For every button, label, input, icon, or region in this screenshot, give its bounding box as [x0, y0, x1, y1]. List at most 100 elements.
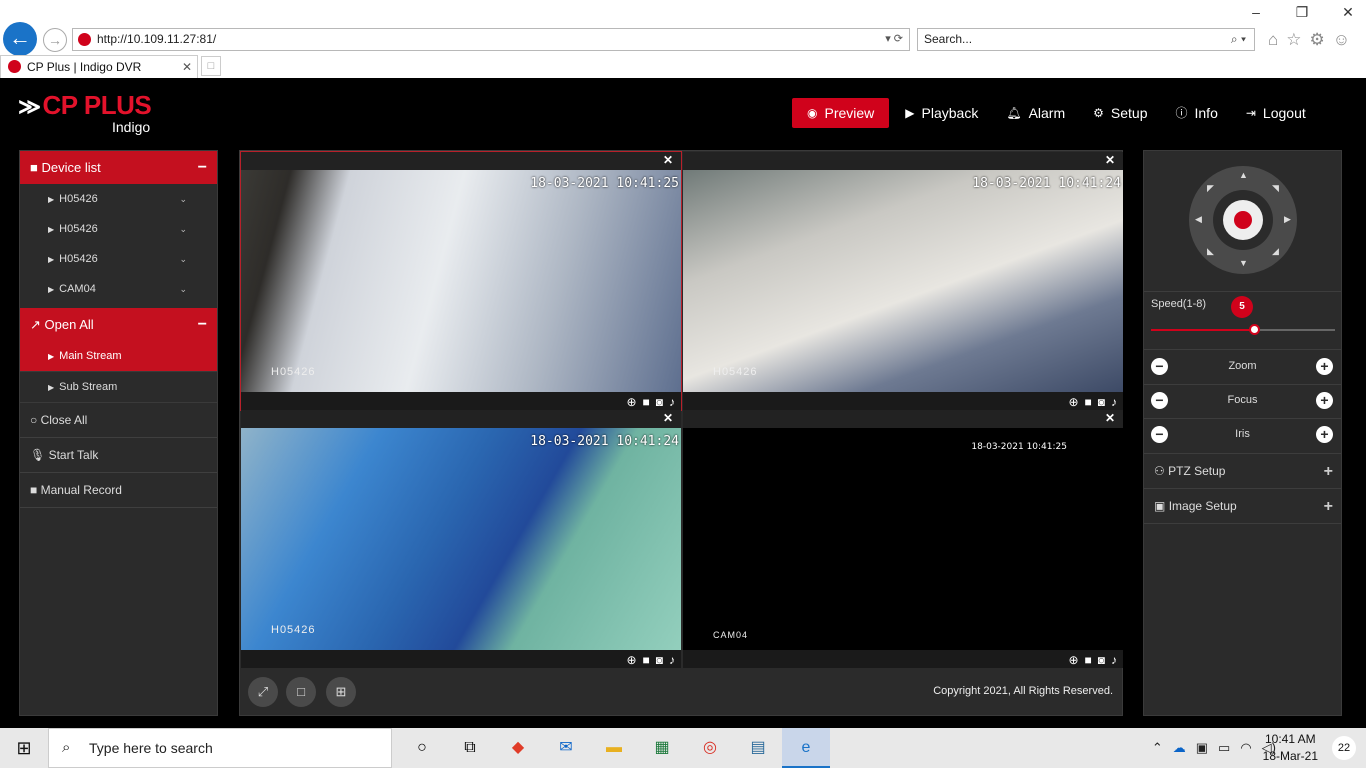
speed-slider-thumb[interactable] — [1249, 324, 1260, 335]
remote-app-icon[interactable]: ◆ — [494, 728, 542, 768]
nav-alarm[interactable]: 🔔︎ Alarm — [994, 98, 1077, 128]
speed-slider[interactable] — [1151, 324, 1335, 335]
close-tile-icon[interactable]: ✕ — [1105, 153, 1115, 167]
zoom-in-icon[interactable]: ⊕ — [626, 395, 636, 409]
main-stream-option[interactable]: ▶ Main Stream — [20, 341, 217, 372]
audio-speaker-icon[interactable]: ♪ — [1111, 395, 1117, 409]
arrow-down-right-icon[interactable]: ◢ — [1272, 246, 1279, 257]
device-item[interactable]: ▶ H05426 ⌄ — [20, 214, 217, 244]
iris-plus-button[interactable]: + — [1316, 426, 1333, 443]
refresh-icon[interactable]: ▾ ⟳ — [885, 29, 903, 50]
audio-speaker-icon[interactable]: ♪ — [669, 653, 675, 667]
chevron-down-icon[interactable]: ⌄ — [179, 184, 187, 214]
record-video-icon[interactable]: ■ — [1085, 395, 1092, 409]
snapshot-camera-icon[interactable]: ◙ — [1098, 395, 1105, 409]
record-video-icon[interactable]: ■ — [1085, 653, 1092, 667]
close-all-button[interactable]: ○ Close All — [20, 403, 217, 438]
close-tile-icon[interactable]: ✕ — [663, 153, 673, 167]
ptz-direction-pad[interactable]: ▲ ▼ ◀ ▶ ◤ ◥ ◣ ◢ — [1189, 166, 1297, 274]
sub-stream-option[interactable]: ▶ Sub Stream — [20, 372, 217, 403]
snapshot-camera-icon[interactable]: ◙ — [656, 653, 663, 667]
window-app-icon[interactable]: ▤ — [734, 728, 782, 768]
nav-setup[interactable]: ⚙ Setup — [1081, 98, 1159, 128]
internet-explorer-icon[interactable]: e — [782, 728, 830, 768]
snapshot-camera-icon[interactable]: ◙ — [1098, 653, 1105, 667]
focus-plus-button[interactable]: + — [1316, 392, 1333, 409]
chevron-down-icon[interactable]: ⌄ — [179, 274, 187, 304]
expand-plus-icon[interactable]: + — [1324, 454, 1333, 489]
audio-speaker-icon[interactable]: ♪ — [1111, 653, 1117, 667]
manual-record-button[interactable]: ■ Manual Record — [20, 473, 217, 508]
audio-speaker-icon[interactable]: ♪ — [669, 395, 675, 409]
onedrive-icon[interactable]: ☁ — [1173, 728, 1186, 768]
home-icon[interactable]: ⌂ — [1268, 30, 1278, 50]
zoom-in-button[interactable]: + — [1316, 358, 1333, 375]
taskbar-search-input[interactable]: ⌕ Type here to search — [48, 728, 392, 768]
close-tile-icon[interactable]: ✕ — [663, 411, 673, 425]
snapshot-camera-icon[interactable]: ◙ — [656, 395, 663, 409]
file-explorer-icon[interactable]: ▬ — [590, 728, 638, 768]
browser-tab[interactable]: CP Plus | Indigo DVR ✕ — [0, 55, 198, 78]
expand-plus-icon[interactable]: + — [1324, 489, 1333, 524]
app-tray-icon[interactable]: ▣ — [1196, 728, 1208, 768]
notification-center-icon[interactable]: 22 — [1332, 736, 1356, 760]
quad-view-icon[interactable]: ⊞ — [326, 677, 356, 707]
nav-info[interactable]: ⓘ Info — [1163, 98, 1229, 128]
camera-tile[interactable]: ✕ 18-03-2021 10:41:24 H05426 ⊕ ■ ◙ ♪ — [683, 152, 1123, 410]
close-tile-icon[interactable]: ✕ — [1105, 411, 1115, 425]
nav-logout[interactable]: ⇥ Logout — [1234, 98, 1318, 128]
task-view-icon[interactable]: ⧉ — [446, 728, 494, 768]
new-tab-button[interactable]: □ — [201, 56, 221, 76]
record-video-icon[interactable]: ■ — [643, 395, 650, 409]
camera-tile[interactable]: ✕ 18-03-2021 10:41:25 H05426 ⊕ ■ ◙ ♪ — [240, 151, 682, 411]
tab-close-icon[interactable]: ✕ — [182, 56, 192, 78]
camera-tile[interactable]: ✕ 18-03-2021 10:41:25 CAM04 ⊕ ■ ◙ ♪ — [683, 410, 1123, 668]
cortana-icon[interactable]: ○ — [398, 728, 446, 768]
collapse-icon[interactable]: − — [198, 308, 207, 341]
arrow-down-icon[interactable]: ▼ — [1239, 258, 1248, 268]
minimize-icon[interactable]: – — [1248, 4, 1264, 21]
open-all-header[interactable]: ↗ Open All − — [20, 308, 217, 341]
search-icon[interactable]: ⌕ ▾ — [1231, 29, 1246, 50]
close-window-icon[interactable]: ✕ — [1340, 4, 1356, 21]
outlook-icon[interactable]: ✉ — [542, 728, 590, 768]
camera-tile[interactable]: ✕ 18-03-2021 10:41:24 H05426 ⊕ ■ ◙ ♪ — [241, 410, 681, 668]
nav-preview[interactable]: ◉ Preview — [792, 98, 890, 128]
arrow-up-left-icon[interactable]: ◤ — [1207, 183, 1214, 194]
image-setup-section[interactable]: ▣ Image Setup + — [1144, 489, 1341, 524]
ptz-center-button[interactable] — [1234, 211, 1252, 229]
chevron-up-icon[interactable]: ⌃ — [1152, 728, 1163, 768]
chevron-down-icon[interactable]: ⌄ — [179, 244, 187, 274]
device-item[interactable]: ▶ CAM04 ⌄ — [20, 274, 217, 304]
device-item[interactable]: ▶ H05426 ⌄ — [20, 244, 217, 274]
smiley-feedback-icon[interactable]: ☺ — [1333, 30, 1350, 50]
zoom-in-icon[interactable]: ⊕ — [1068, 653, 1078, 667]
favorites-star-icon[interactable]: ☆ — [1286, 30, 1301, 50]
collapse-icon[interactable]: − — [198, 151, 207, 184]
nav-playback[interactable]: ▶ Playback — [893, 98, 990, 128]
address-bar[interactable]: http://10.109.11.27:81/ ▾ ⟳ — [72, 28, 910, 51]
zoom-in-icon[interactable]: ⊕ — [626, 653, 636, 667]
record-video-icon[interactable]: ■ — [643, 653, 650, 667]
browser-search-input[interactable]: Search... ⌕ ▾ — [917, 28, 1255, 51]
start-talk-button[interactable]: 🎙︎ Start Talk — [20, 438, 217, 473]
fullscreen-icon[interactable]: ⤢ — [248, 677, 278, 707]
ptz-setup-section[interactable]: ⚇ PTZ Setup + — [1144, 454, 1341, 489]
forward-button[interactable]: → — [43, 28, 67, 52]
arrow-down-left-icon[interactable]: ◣ — [1207, 246, 1214, 257]
battery-icon[interactable]: ▭ — [1218, 728, 1230, 768]
settings-gear-icon[interactable]: ⚙ — [1310, 30, 1325, 50]
windows-start-icon[interactable]: ⊞ — [0, 728, 48, 768]
excel-icon[interactable]: ▦ — [638, 728, 686, 768]
single-view-icon[interactable]: □ — [286, 677, 316, 707]
restore-icon[interactable]: ❐ — [1294, 4, 1310, 21]
arrow-up-right-icon[interactable]: ◥ — [1272, 183, 1279, 194]
arrow-up-icon[interactable]: ▲ — [1239, 170, 1248, 180]
chrome-icon[interactable]: ◎ — [686, 728, 734, 768]
device-item[interactable]: ▶ H05426 ⌄ — [20, 184, 217, 214]
back-button[interactable]: ← — [3, 22, 37, 56]
arrow-left-icon[interactable]: ◀ — [1195, 214, 1202, 225]
wifi-icon[interactable]: ◠ — [1240, 728, 1251, 768]
arrow-right-icon[interactable]: ▶ — [1284, 214, 1291, 225]
chevron-down-icon[interactable]: ⌄ — [179, 214, 187, 244]
